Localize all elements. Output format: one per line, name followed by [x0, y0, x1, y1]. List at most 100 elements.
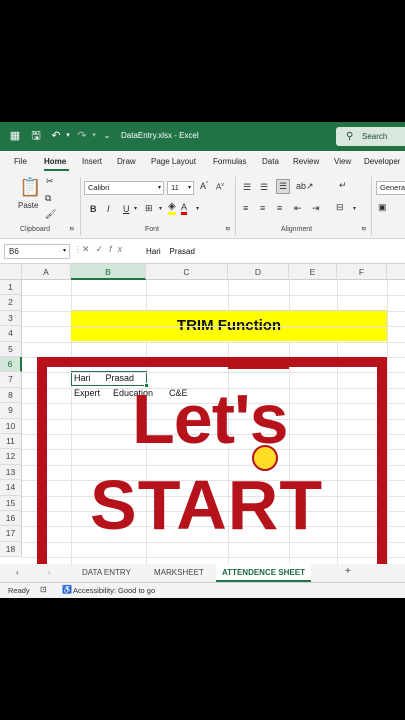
ribbon: 📋 Paste ✂ ⧉ 🖌 Clipboard ⧅ Calibri ▾ 11 ▾…: [0, 171, 405, 239]
chevron-down-icon[interactable]: ▾: [159, 205, 162, 212]
wrap-text-icon[interactable]: ↵: [339, 180, 347, 191]
column-header-f[interactable]: F: [337, 264, 387, 280]
clipboard-launcher-icon[interactable]: ⧅: [70, 226, 74, 233]
row-header-16[interactable]: 16: [0, 511, 22, 527]
row-header-8[interactable]: 8: [0, 387, 22, 404]
chevron-down-icon[interactable]: ▾: [353, 205, 356, 212]
align-center-icon[interactable]: ≡: [260, 203, 265, 213]
align-top-icon[interactable]: ☰: [243, 182, 251, 193]
paste-label[interactable]: Paste: [18, 201, 38, 210]
align-middle-icon[interactable]: ☰: [260, 182, 268, 193]
accessibility-icon[interactable]: ♿: [62, 585, 72, 594]
row-header-3[interactable]: 3: [0, 310, 22, 327]
alignment-launcher-icon[interactable]: ⧅: [362, 226, 366, 233]
tab-insert[interactable]: Insert: [82, 157, 102, 166]
paste-icon[interactable]: 📋: [19, 177, 41, 198]
row-header-5[interactable]: 5: [0, 341, 22, 357]
row-header-4[interactable]: 4: [0, 326, 22, 342]
tab-data[interactable]: Data: [262, 157, 279, 166]
row-header-13[interactable]: 13: [0, 464, 22, 481]
save-icon[interactable]: 🖫: [30, 130, 42, 142]
scroll-left-icon[interactable]: ‹: [16, 568, 19, 577]
accounting-format-icon[interactable]: ▣: [378, 202, 387, 213]
status-ready: Ready: [8, 586, 30, 595]
italic-button[interactable]: I: [107, 204, 110, 214]
align-bottom-icon[interactable]: ☰: [276, 179, 291, 194]
tab-file[interactable]: File: [14, 157, 27, 166]
align-right-icon[interactable]: ≡: [277, 203, 282, 213]
shrink-font-icon[interactable]: Av: [216, 182, 224, 192]
tab-home[interactable]: Home: [44, 157, 66, 166]
column-header-c[interactable]: C: [146, 264, 228, 280]
row-header-14[interactable]: 14: [0, 480, 22, 496]
status-bar: Ready ⊡ ♿ Accessibility: Good to go: [0, 582, 405, 598]
chevron-down-icon[interactable]: ▾: [196, 205, 199, 212]
row-header-15[interactable]: 15: [0, 495, 22, 511]
font-name-combo[interactable]: Calibri ▾: [84, 181, 164, 195]
row-header-9[interactable]: 9: [0, 403, 22, 419]
customize-toolbar-icon[interactable]: ⌄: [101, 130, 113, 142]
column-header-b[interactable]: B: [71, 264, 146, 280]
tab-draw[interactable]: Draw: [117, 157, 136, 166]
sheet-tab-marksheet[interactable]: MARKSHEET: [154, 568, 204, 577]
grow-font-icon[interactable]: A^: [200, 181, 208, 191]
undo-icon[interactable]: ↶: [50, 130, 62, 142]
macro-recorder-icon[interactable]: ⊡: [40, 585, 47, 594]
increase-indent-icon[interactable]: ⇥: [312, 203, 320, 214]
chevron-down-icon[interactable]: ▾: [134, 205, 137, 212]
row-header-1[interactable]: 1: [0, 280, 22, 296]
fill-color-icon[interactable]: ◈: [168, 201, 176, 215]
formula-bar-grip-icon: ⋮: [74, 245, 82, 254]
font-name-value: Calibri: [88, 183, 110, 192]
search-label: Search: [362, 132, 388, 141]
orientation-icon[interactable]: ab↗: [296, 181, 314, 192]
format-painter-icon[interactable]: 🖌: [45, 209, 56, 220]
underline-button[interactable]: U: [123, 204, 130, 214]
tab-view[interactable]: View: [334, 157, 351, 166]
row-header-6[interactable]: 6: [0, 357, 22, 373]
align-left-icon[interactable]: ≡: [243, 203, 248, 213]
sheet-tab-attendence-sheet[interactable]: ATTENDENCE SHEET: [216, 564, 311, 582]
column-header-d[interactable]: D: [228, 264, 289, 280]
ribbon-separator: [80, 177, 81, 235]
column-header-a[interactable]: A: [22, 264, 71, 280]
select-all-corner[interactable]: [0, 264, 22, 280]
tab-formulas[interactable]: Formulas: [213, 157, 246, 166]
tab-review[interactable]: Review: [293, 157, 319, 166]
row-header-18[interactable]: 18: [0, 541, 22, 558]
number-format-combo[interactable]: General: [376, 181, 405, 195]
add-sheet-icon[interactable]: +: [345, 566, 351, 577]
font-size-combo[interactable]: 11 ▾: [167, 181, 194, 195]
row-header-11[interactable]: 11: [0, 434, 22, 450]
row-header-10[interactable]: 10: [0, 418, 22, 434]
name-box[interactable]: B6 ▾: [4, 244, 70, 259]
row-header-7[interactable]: 7: [0, 372, 22, 388]
formula-content[interactable]: Hari Prasad: [146, 247, 195, 256]
redo-dropdown-icon[interactable]: ▾: [88, 130, 100, 142]
font-launcher-icon[interactable]: ⧅: [226, 226, 230, 233]
bold-button[interactable]: B: [90, 204, 97, 214]
cut-icon[interactable]: ✂: [46, 176, 54, 187]
row-header-12[interactable]: 12: [0, 449, 22, 465]
undo-dropdown-icon[interactable]: ▾: [62, 130, 74, 142]
borders-icon[interactable]: ⊞: [145, 203, 153, 214]
redo-icon[interactable]: ↷: [76, 130, 88, 142]
enter-icon[interactable]: ✓: [96, 244, 110, 254]
decrease-indent-icon[interactable]: ⇤: [294, 203, 302, 214]
tab-developer[interactable]: Developer: [364, 157, 400, 166]
row-header-2[interactable]: 2: [0, 295, 22, 311]
accessibility-status[interactable]: Accessibility: Good to go: [73, 586, 155, 595]
column-header-e[interactable]: E: [289, 264, 337, 280]
scroll-right-icon[interactable]: ›: [48, 568, 51, 577]
search-box[interactable]: ⚲ Search: [336, 127, 405, 146]
grid-line: [22, 326, 405, 328]
row-header-17[interactable]: 17: [0, 526, 22, 542]
sheet-tab-data-entry[interactable]: DATA ENTRY: [82, 568, 131, 577]
copy-icon[interactable]: ⧉: [45, 193, 51, 204]
chevron-down-icon: ▾: [62, 248, 66, 254]
cancel-icon[interactable]: ✕: [82, 244, 96, 254]
tab-page-layout[interactable]: Page Layout: [151, 157, 196, 166]
merge-center-icon[interactable]: ⊟: [336, 202, 344, 213]
font-color-icon[interactable]: A: [181, 202, 188, 215]
insert-function-icon[interactable]: fx: [109, 244, 128, 254]
